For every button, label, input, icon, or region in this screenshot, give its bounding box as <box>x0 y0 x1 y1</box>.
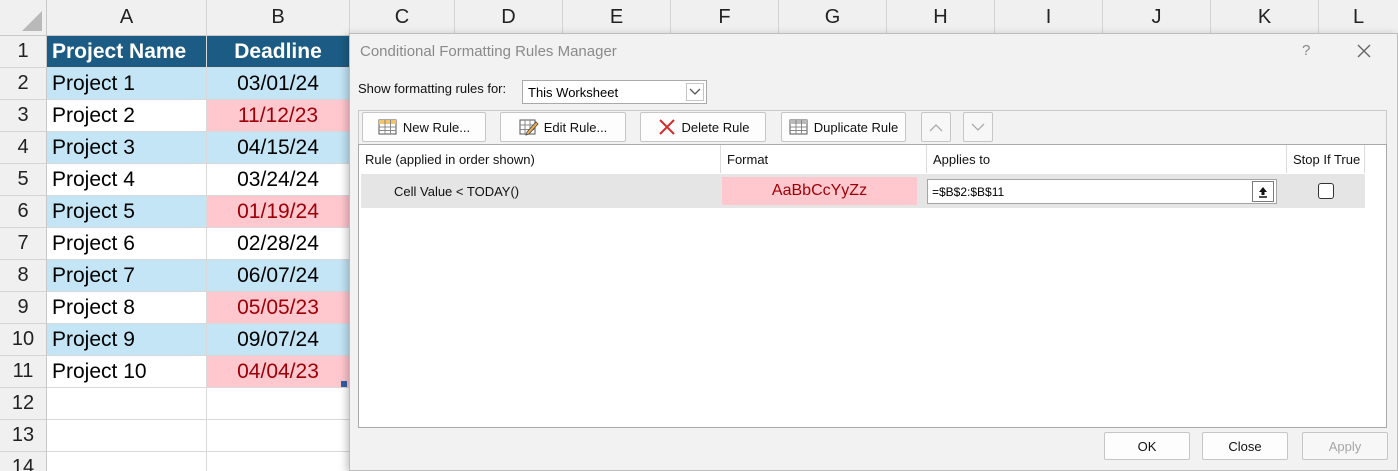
project-name-cell[interactable]: Project 5 <box>47 196 207 228</box>
new-rule-icon <box>378 118 398 136</box>
column-header-d[interactable]: D <box>455 0 563 36</box>
row-header-12[interactable]: 12 <box>0 388 47 420</box>
row-header-3[interactable]: 3 <box>0 100 47 132</box>
move-down-button[interactable] <box>963 112 993 142</box>
show-rules-value: This Worksheet <box>528 84 619 100</box>
move-up-button[interactable] <box>921 112 951 142</box>
edit-rule-label: Edit Rule... <box>543 119 608 135</box>
column-header-stop-if-true: Stop If True <box>1287 145 1365 173</box>
close-button[interactable]: Close <box>1202 432 1288 460</box>
project-name-cell[interactable]: Project 7 <box>47 260 207 292</box>
row-header-4[interactable]: 4 <box>0 132 47 164</box>
deadline-cell[interactable]: 05/05/23 <box>207 292 350 324</box>
delete-rule-button[interactable]: Delete Rule <box>640 112 766 142</box>
deadline-cell[interactable]: 04/15/24 <box>207 132 350 164</box>
format-preview: AaBbCcYyZz <box>722 177 917 205</box>
empty-cell[interactable] <box>47 388 207 420</box>
column-header-h[interactable]: H <box>887 0 995 36</box>
ok-button[interactable]: OK <box>1104 432 1190 460</box>
select-all-corner[interactable] <box>0 0 47 36</box>
column-header-c[interactable]: C <box>350 0 455 36</box>
chevron-down-icon <box>971 123 985 131</box>
help-button[interactable]: ? <box>1302 42 1310 59</box>
deadline-cell[interactable]: 03/01/24 <box>207 68 350 100</box>
duplicate-rule-button[interactable]: Duplicate Rule <box>781 112 906 142</box>
row-header-7[interactable]: 7 <box>0 228 47 260</box>
row-header-9[interactable]: 9 <box>0 292 47 324</box>
rules-list[interactable]: Rule (applied in order shown) Format App… <box>358 144 1387 428</box>
conditional-formatting-rules-manager-dialog: Conditional Formatting Rules Manager ? S… <box>349 33 1398 471</box>
project-name-cell[interactable]: Project 2 <box>47 100 207 132</box>
project-name-cell[interactable]: Project 6 <box>47 228 207 260</box>
rule-description: Cell Value < TODAY() <box>394 183 520 199</box>
row-header-6[interactable]: 6 <box>0 196 47 228</box>
edit-rule-button[interactable]: Edit Rule... <box>500 112 626 142</box>
column-header-f[interactable]: F <box>671 0 779 36</box>
deadline-cell[interactable]: 03/24/24 <box>207 164 350 196</box>
show-rules-dropdown[interactable]: This Worksheet <box>522 80 707 104</box>
show-rules-label: Show formatting rules for: <box>358 81 507 96</box>
column-header-a[interactable]: A <box>47 0 207 36</box>
applies-to-value: =$B$2:$B$11 <box>932 184 1005 199</box>
header-cell-deadline[interactable]: Deadline <box>207 36 350 68</box>
empty-cell[interactable] <box>207 452 350 471</box>
column-header-l[interactable]: L <box>1319 0 1398 36</box>
edit-rule-icon <box>519 118 539 136</box>
applies-to-input[interactable]: =$B$2:$B$11 <box>927 179 1277 204</box>
new-rule-button[interactable]: New Rule... <box>362 112 486 142</box>
dialog-title: Conditional Formatting Rules Manager <box>360 43 617 60</box>
duplicate-rule-label: Duplicate Rule <box>813 119 899 135</box>
delete-x-icon <box>657 118 677 136</box>
column-header-g[interactable]: G <box>779 0 887 36</box>
deadline-cell[interactable]: 09/07/24 <box>207 324 350 356</box>
chevron-down-icon[interactable] <box>686 83 704 101</box>
empty-cell[interactable] <box>207 388 350 420</box>
column-header-b[interactable]: B <box>207 0 350 36</box>
row-header-14[interactable]: 14 <box>0 452 47 471</box>
new-rule-label: New Rule... <box>402 119 471 135</box>
row-header-1[interactable]: 1 <box>0 36 47 68</box>
row-header-8[interactable]: 8 <box>0 260 47 292</box>
apply-button[interactable]: Apply <box>1302 432 1388 460</box>
delete-rule-label: Delete Rule <box>681 119 750 135</box>
column-header-j[interactable]: J <box>1103 0 1211 36</box>
deadline-cell[interactable]: 06/07/24 <box>207 260 350 292</box>
column-header-k[interactable]: K <box>1211 0 1319 36</box>
project-name-cell[interactable]: Project 1 <box>47 68 207 100</box>
column-header-rule: Rule (applied in order shown) <box>359 145 721 173</box>
row-header-13[interactable]: 13 <box>0 420 47 452</box>
deadline-cell[interactable]: 02/28/24 <box>207 228 350 260</box>
duplicate-rule-icon <box>789 118 809 136</box>
column-header-format: Format <box>721 145 927 173</box>
fill-handle[interactable] <box>341 381 347 387</box>
row-header-11[interactable]: 11 <box>0 356 47 388</box>
close-icon[interactable] <box>1353 40 1375 62</box>
empty-cell[interactable] <box>47 420 207 452</box>
project-name-cell[interactable]: Project 10 <box>47 356 207 388</box>
collapse-range-icon[interactable] <box>1252 181 1274 202</box>
empty-cell[interactable] <box>207 420 350 452</box>
header-cell-project-name[interactable]: Project Name <box>47 36 207 68</box>
column-header-e[interactable]: E <box>563 0 671 36</box>
deadline-cell[interactable]: 11/12/23 <box>207 100 350 132</box>
empty-cell[interactable] <box>47 452 207 471</box>
deadline-cell[interactable]: 04/04/23 <box>207 356 350 388</box>
deadline-cell[interactable]: 01/19/24 <box>207 196 350 228</box>
chevron-up-icon <box>929 123 943 131</box>
project-name-cell[interactable]: Project 3 <box>47 132 207 164</box>
row-header-10[interactable]: 10 <box>0 324 47 356</box>
row-header-2[interactable]: 2 <box>0 68 47 100</box>
column-header-i[interactable]: I <box>995 0 1103 36</box>
stop-if-true-checkbox[interactable] <box>1318 183 1334 199</box>
project-name-cell[interactable]: Project 9 <box>47 324 207 356</box>
column-header-applies-to: Applies to <box>927 145 1287 173</box>
rules-list-header: Rule (applied in order shown) Format App… <box>359 145 1365 173</box>
project-name-cell[interactable]: Project 4 <box>47 164 207 196</box>
project-name-cell[interactable]: Project 8 <box>47 292 207 324</box>
rule-row[interactable]: Cell Value < TODAY() AaBbCcYyZz =$B$2:$B… <box>361 174 1365 208</box>
row-header-5[interactable]: 5 <box>0 164 47 196</box>
